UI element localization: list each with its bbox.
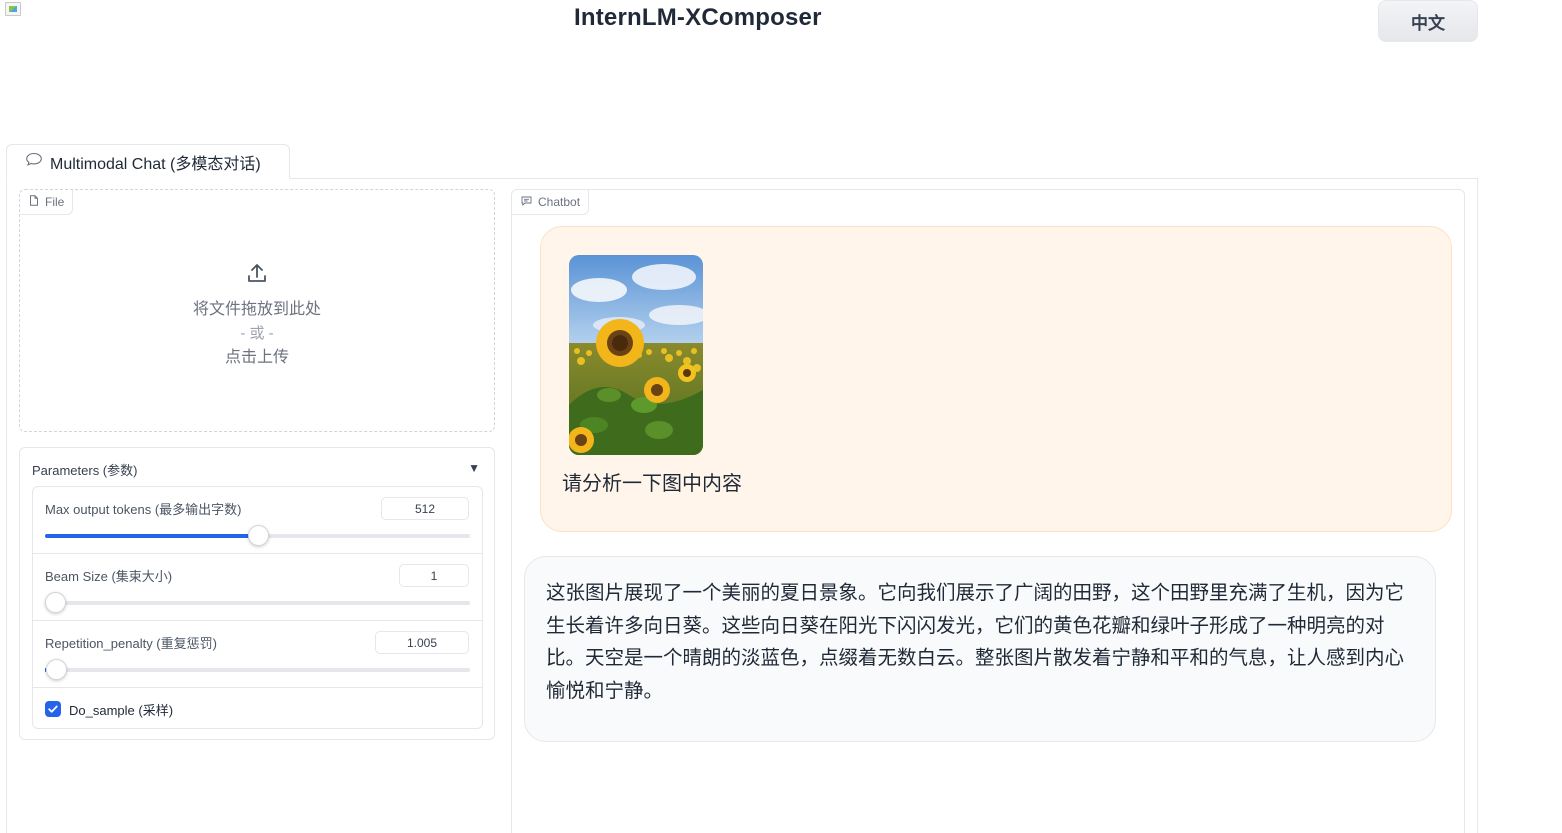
chatbot-block-label: Chatbot bbox=[512, 190, 590, 215]
repetition-penalty-input[interactable]: 1.005 bbox=[375, 631, 469, 654]
upload-icon bbox=[246, 262, 268, 289]
click-upload-text: 点击上传 bbox=[224, 349, 289, 366]
file-upload-dropzone[interactable]: File 将文件拖放到此处 - 或 - 点击上传 bbox=[19, 189, 495, 432]
language-toggle-button[interactable]: 中文 bbox=[1378, 0, 1478, 42]
file-icon bbox=[29, 195, 39, 209]
beam-size-thumb[interactable] bbox=[45, 592, 66, 613]
parameters-title[interactable]: Parameters (参数) bbox=[32, 460, 137, 479]
beam-size-input[interactable]: 1 bbox=[399, 564, 469, 587]
beam-size-slider-row: Beam Size (集束大小) 1 bbox=[33, 554, 482, 621]
sunflower-field-image[interactable] bbox=[569, 255, 703, 455]
bot-message: 这张图片展现了一个美丽的夏日景象。它向我们展示了广阔的田野，这个田野里充满了生机… bbox=[524, 556, 1436, 742]
max-tokens-label: Max output tokens (最多输出字数) bbox=[45, 502, 242, 517]
max-tokens-fill bbox=[45, 534, 258, 538]
or-text: - 或 - bbox=[240, 325, 274, 342]
parameters-panel: Max output tokens (最多输出字数) 512 Beam Size… bbox=[32, 486, 483, 729]
chat-icon bbox=[521, 195, 532, 209]
caret-down-icon[interactable]: ▼ bbox=[468, 461, 480, 475]
do-sample-checkbox[interactable] bbox=[45, 701, 61, 717]
beam-size-label: Beam Size (集束大小) bbox=[45, 569, 173, 584]
file-block-label: File bbox=[20, 190, 74, 215]
logo-image bbox=[5, 2, 21, 16]
beam-size-track[interactable] bbox=[45, 601, 470, 605]
speech-bubble-icon bbox=[25, 152, 43, 171]
checkmark-icon bbox=[48, 705, 58, 713]
parameters-accordion: Parameters (参数) ▼ Max output tokens (最多输… bbox=[19, 447, 495, 740]
chatbot-panel: Chatbot 请分析一下图中内容 这张图片展现了一个美丽的夏日景象。它向我们展… bbox=[511, 189, 1465, 833]
drop-text: 将文件拖放到此处 bbox=[192, 301, 321, 318]
tab-label: Multimodal Chat (多模态对话) bbox=[50, 155, 261, 173]
repetition-penalty-label: Repetition_penalty (重复惩罚) bbox=[45, 636, 217, 651]
bot-message-text: 这张图片展现了一个美丽的夏日景象。它向我们展示了广阔的田野，这个田野里充满了生机… bbox=[546, 582, 1405, 702]
do-sample-label: Do_sample (采样) bbox=[69, 702, 174, 718]
user-message: 请分析一下图中内容 bbox=[540, 226, 1452, 532]
repetition-penalty-thumb[interactable] bbox=[46, 659, 68, 680]
repetition-penalty-track[interactable] bbox=[45, 668, 470, 672]
max-tokens-input[interactable]: 512 bbox=[381, 497, 469, 520]
user-message-text: 请分析一下图中内容 bbox=[562, 473, 742, 495]
chatbot-label-text: Chatbot bbox=[538, 195, 581, 209]
max-tokens-slider-row: Max output tokens (最多输出字数) 512 bbox=[33, 487, 482, 554]
do-sample-row[interactable]: Do_sample (采样) bbox=[33, 688, 482, 728]
tab-multimodal-chat[interactable]: Multimodal Chat (多模态对话) bbox=[6, 144, 290, 179]
max-tokens-thumb[interactable] bbox=[248, 525, 269, 546]
file-label-text: File bbox=[45, 195, 65, 209]
repetition-penalty-slider-row: Repetition_penalty (重复惩罚) 1.005 bbox=[33, 621, 482, 688]
app-title: InternLM-XComposer bbox=[574, 4, 822, 31]
